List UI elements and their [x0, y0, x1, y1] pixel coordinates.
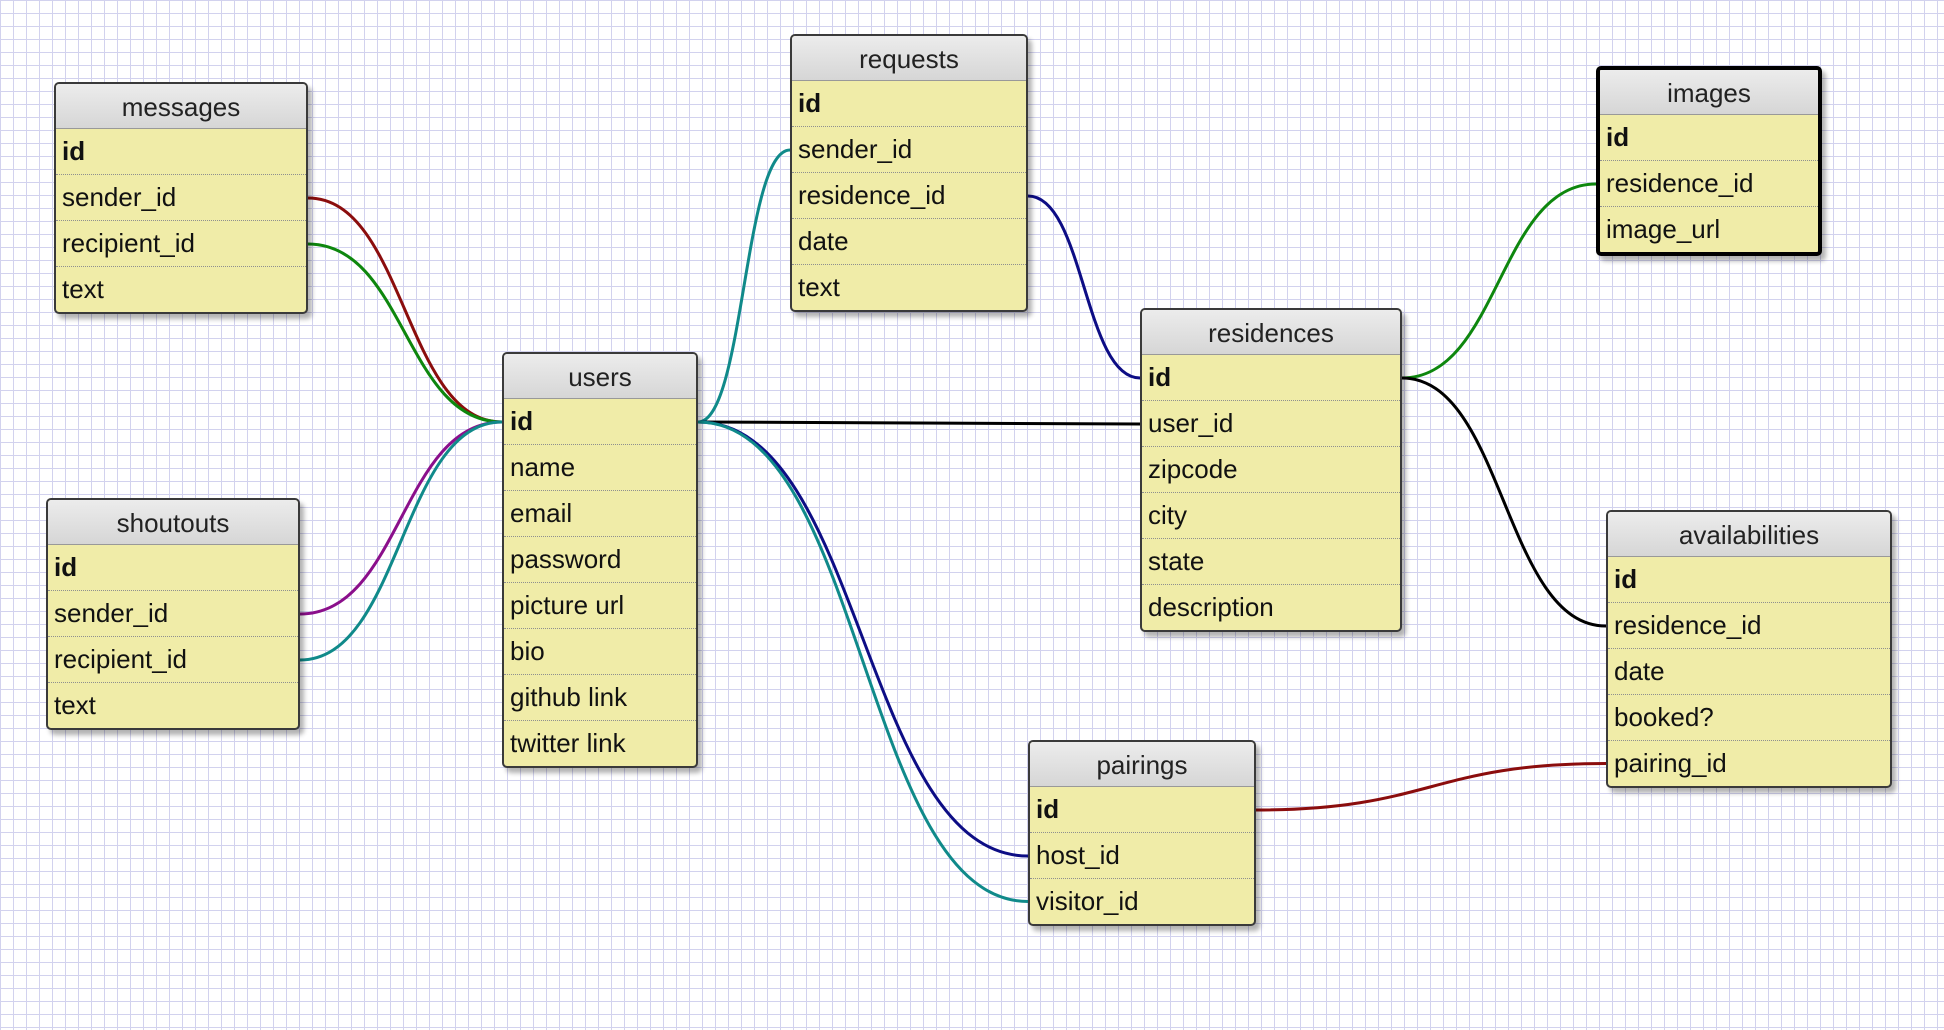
relation-requests-residence-id-to-residences	[1027, 194, 1141, 380]
table-residences[interactable]: residences id user_id zipcode city state descr…	[1140, 308, 1402, 632]
table-images[interactable]: images id residence_id image_url	[1596, 66, 1822, 256]
field-users-bio[interactable]: bio	[504, 629, 696, 675]
field-residences-state[interactable]: state	[1142, 539, 1400, 585]
field-requests-date[interactable]: date	[792, 219, 1026, 265]
relation-images-residence-id-to-residences	[1401, 182, 1597, 380]
table-availabilities-title[interactable]: availabilities	[1608, 512, 1890, 557]
relation-messages-sender-id-to-users	[307, 196, 503, 424]
field-messages-text[interactable]: text	[56, 267, 306, 312]
field-residences-user-id[interactable]: user_id	[1142, 401, 1400, 447]
relation-residences-user-id-to-users	[697, 420, 1141, 426]
table-residences-title[interactable]: residences	[1142, 310, 1400, 355]
field-shoutouts-sender-id[interactable]: sender_id	[48, 591, 298, 637]
er-diagram-canvas[interactable]: messages id sender_id recipient_id text shout…	[0, 0, 1944, 1030]
field-requests-residence-id[interactable]: residence_id	[792, 173, 1026, 219]
field-messages-recipient-id[interactable]: recipient_id	[56, 221, 306, 267]
field-availabilities-pairing-id[interactable]: pairing_id	[1608, 741, 1890, 786]
field-residences-id[interactable]: id	[1142, 355, 1400, 401]
table-availabilities[interactable]: availabilities id residence_id date booked? p…	[1606, 510, 1892, 788]
relation-shoutouts-recipient-id-to-users	[299, 420, 503, 662]
field-users-github-link[interactable]: github link	[504, 675, 696, 721]
field-users-twitter-link[interactable]: twitter link	[504, 721, 696, 766]
field-requests-id[interactable]: id	[792, 81, 1026, 127]
field-availabilities-date[interactable]: date	[1608, 649, 1890, 695]
table-users-title[interactable]: users	[504, 354, 696, 399]
field-users-name[interactable]: name	[504, 445, 696, 491]
field-users-email[interactable]: email	[504, 491, 696, 537]
relation-requests-sender-id-to-users	[697, 148, 791, 424]
field-availabilities-id[interactable]: id	[1608, 557, 1890, 603]
field-messages-id[interactable]: id	[56, 129, 306, 175]
field-requests-sender-id[interactable]: sender_id	[792, 127, 1026, 173]
table-shoutouts[interactable]: shoutouts id sender_id recipient_id text	[46, 498, 300, 730]
table-messages-title[interactable]: messages	[56, 84, 306, 129]
field-residences-city[interactable]: city	[1142, 493, 1400, 539]
table-requests-title[interactable]: requests	[792, 36, 1026, 81]
field-images-residence-id[interactable]: residence_id	[1600, 161, 1818, 207]
field-shoutouts-recipient-id[interactable]: recipient_id	[48, 637, 298, 683]
table-users[interactable]: users id name email password picture url bio gi…	[502, 352, 698, 768]
field-residences-zipcode[interactable]: zipcode	[1142, 447, 1400, 493]
field-shoutouts-id[interactable]: id	[48, 545, 298, 591]
field-availabilities-residence-id[interactable]: residence_id	[1608, 603, 1890, 649]
table-shoutouts-title[interactable]: shoutouts	[48, 500, 298, 545]
field-users-password[interactable]: password	[504, 537, 696, 583]
relation-availabilities-pairing-id-to-pairings	[1255, 762, 1607, 812]
table-requests[interactable]: requests id sender_id residence_id date text	[790, 34, 1028, 312]
field-users-id[interactable]: id	[504, 399, 696, 445]
field-requests-text[interactable]: text	[792, 265, 1026, 310]
field-shoutouts-text[interactable]: text	[48, 683, 298, 728]
field-residences-description[interactable]: description	[1142, 585, 1400, 630]
relation-messages-recipient-id-to-users	[307, 242, 503, 424]
relation-pairings-host-id-to-users	[697, 420, 1029, 858]
field-users-picture-url[interactable]: picture url	[504, 583, 696, 629]
table-messages[interactable]: messages id sender_id recipient_id text	[54, 82, 308, 314]
field-images-id[interactable]: id	[1600, 115, 1818, 161]
relation-availabilities-residence-id-to-residences	[1401, 376, 1607, 628]
table-images-title[interactable]: images	[1600, 70, 1818, 115]
field-messages-sender-id[interactable]: sender_id	[56, 175, 306, 221]
field-pairings-host-id[interactable]: host_id	[1030, 833, 1254, 879]
table-pairings-title[interactable]: pairings	[1030, 742, 1254, 787]
field-pairings-id[interactable]: id	[1030, 787, 1254, 833]
field-availabilities-booked[interactable]: booked?	[1608, 695, 1890, 741]
field-pairings-visitor-id[interactable]: visitor_id	[1030, 879, 1254, 924]
relation-pairings-visitor-id-to-users	[697, 420, 1029, 903]
field-images-image-url[interactable]: image_url	[1600, 207, 1818, 252]
relation-shoutouts-sender-id-to-users	[299, 420, 503, 616]
table-pairings[interactable]: pairings id host_id visitor_id	[1028, 740, 1256, 926]
